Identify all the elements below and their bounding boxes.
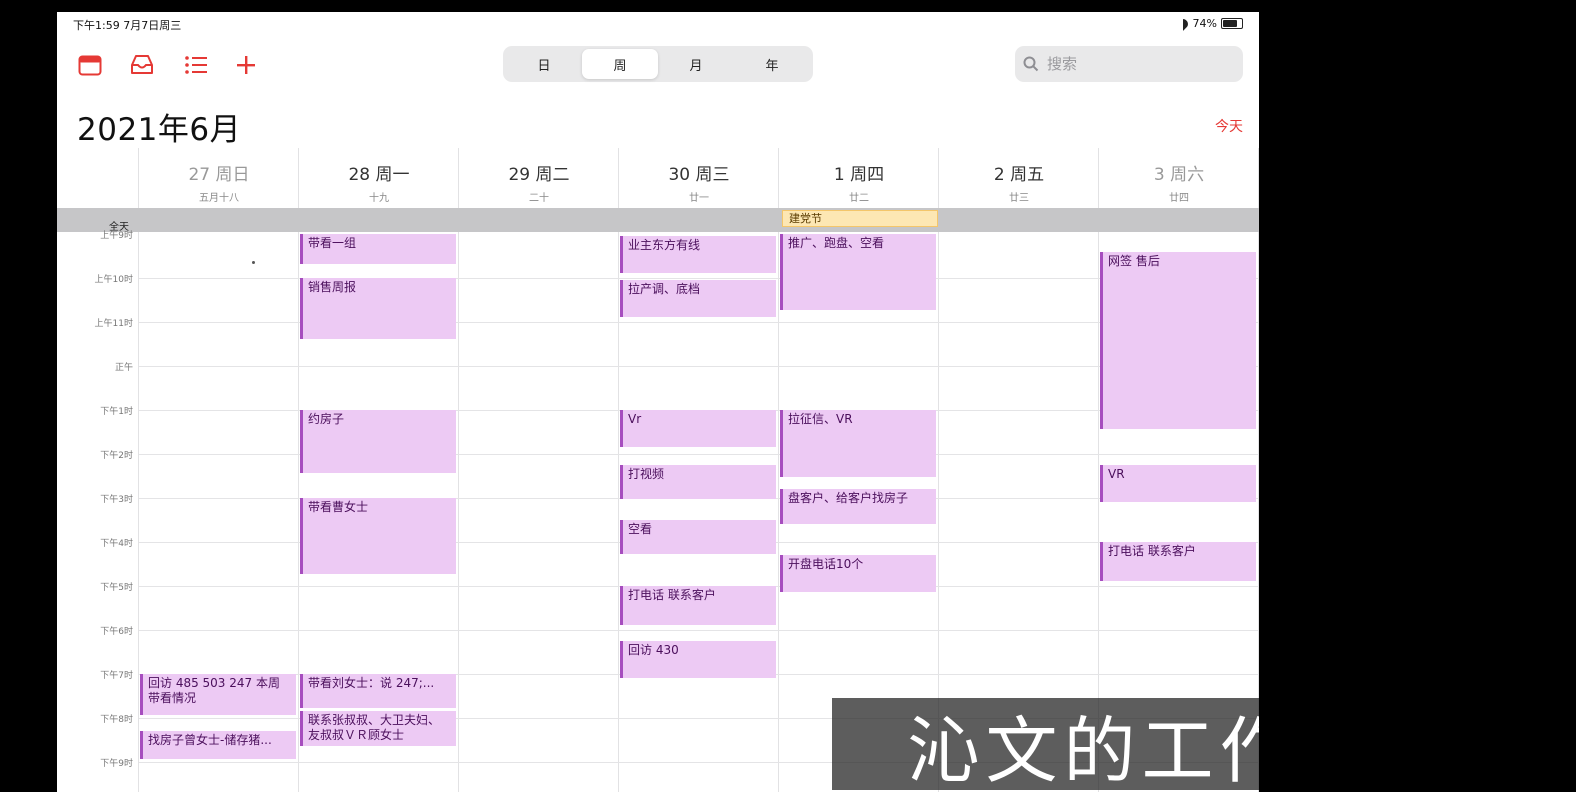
inbox-icon[interactable] [129, 52, 155, 78]
battery-percent: 74% [1192, 17, 1217, 30]
time-label: 下午7时 [100, 671, 133, 681]
view-year-tab[interactable]: 年 [734, 49, 810, 79]
view-day-tab[interactable]: 日 [506, 49, 582, 79]
day-date: 30 周三 [668, 165, 730, 185]
time-label: 下午2时 [100, 451, 133, 461]
day-header[interactable]: 29 周二二十 [459, 160, 619, 204]
day-lunar: 廿三 [1009, 193, 1029, 204]
calendar-event[interactable]: 打电话 联系客户 [620, 586, 776, 625]
time-label: 正午 [114, 363, 133, 373]
time-label: 上午9时 [100, 231, 133, 241]
hour-line [139, 630, 1259, 631]
day-divider [458, 148, 459, 792]
status-time: 下午1:59 7月7日周三 [73, 19, 182, 32]
day-header[interactable]: 2 周五廿三 [939, 160, 1099, 204]
calendar-event[interactable]: 约房子 [300, 410, 456, 473]
day-lunar: 廿四 [1169, 193, 1189, 204]
calendar-event[interactable]: 打视频 [620, 465, 776, 500]
day-date: 3 周六 [1153, 165, 1205, 185]
stray-dot [252, 261, 255, 264]
today-button[interactable]: 今天 [1215, 116, 1243, 136]
calendar-event[interactable]: 回访 430 [620, 641, 776, 678]
time-label: 下午8时 [100, 715, 133, 725]
add-event-icon[interactable] [233, 52, 259, 78]
view-week-tab[interactable]: 周 [582, 49, 658, 79]
allday-row [57, 208, 1259, 232]
day-header[interactable]: 28 周一十九 [299, 160, 459, 204]
time-label: 下午4时 [100, 539, 133, 549]
day-lunar: 廿二 [849, 193, 869, 204]
day-header[interactable]: 3 周六廿四 [1099, 160, 1259, 204]
calendar-event[interactable]: 带看一组 [300, 234, 456, 264]
calendar-event[interactable]: 回访 485 503 247 本周带看情况 [140, 674, 296, 715]
list-icon[interactable] [183, 52, 209, 78]
calendar-event[interactable]: 开盘电话10个 [780, 555, 936, 592]
calendars-icon[interactable] [77, 52, 103, 78]
caption-overlay: 沁文的工作日历 [832, 698, 1259, 792]
calendar-app: 下午1:59 7月7日周三 74% 日 周 月 年 2021年6月 今天 27 … [57, 12, 1259, 792]
time-label: 下午6时 [100, 627, 133, 637]
calendar-event[interactable]: 盘客户、给客户找房子 [780, 489, 936, 524]
calendar-event[interactable]: 打电话 联系客户 [1100, 542, 1256, 581]
day-divider [618, 148, 619, 792]
day-date: 1 周四 [833, 165, 885, 185]
day-lunar: 廿一 [689, 193, 709, 204]
day-header[interactable]: 1 周四廿二 [779, 160, 939, 204]
day-date: 2 周五 [993, 165, 1045, 185]
day-header[interactable]: 27 周日五月十八 [139, 160, 299, 204]
day-divider [138, 148, 139, 792]
calendar-event[interactable]: 网签 售后 [1100, 251, 1256, 429]
day-divider [778, 148, 779, 792]
month-title: 2021年6月 [77, 112, 242, 148]
holiday-event[interactable]: 建党节 [782, 210, 938, 227]
calendar-event[interactable]: 联系张叔叔、大卫夫妇、友叔叔ＶＲ顾女士 [300, 711, 456, 746]
time-label: 上午10时 [94, 275, 133, 285]
calendar-event[interactable]: 空看 [620, 520, 776, 555]
time-label: 上午11时 [94, 319, 133, 329]
day-date: 29 周二 [508, 165, 570, 185]
day-divider [298, 148, 299, 792]
calendar-event[interactable]: 带看曹女士 [300, 498, 456, 575]
day-date: 27 周日 [188, 165, 250, 185]
search-input[interactable] [1045, 54, 1229, 74]
time-label: 下午1时 [100, 407, 133, 417]
day-lunar: 十九 [369, 193, 389, 204]
status-indicators: 74% [1177, 17, 1243, 30]
search-icon [1023, 56, 1039, 72]
view-switcher: 日 周 月 年 [503, 46, 813, 82]
day-lunar: 五月十八 [199, 193, 239, 204]
calendar-event[interactable]: 拉征信、VR [780, 410, 936, 478]
day-lunar: 二十 [529, 193, 549, 204]
calendar-event[interactable]: 销售周报 [300, 278, 456, 339]
day-date: 28 周一 [348, 165, 410, 185]
calendar-event[interactable]: 找房子曾女士-储存猪... [140, 731, 296, 759]
battery-icon [1221, 18, 1243, 29]
time-label: 下午3时 [100, 495, 133, 505]
search-box [1015, 46, 1243, 82]
time-label: 下午5时 [100, 583, 133, 593]
calendar-event[interactable]: 业主东方有线 [620, 236, 776, 273]
time-label: 下午9时 [100, 759, 133, 769]
calendar-event[interactable]: 带看刘女士：说 247;... [300, 674, 456, 709]
view-month-tab[interactable]: 月 [658, 49, 734, 79]
calendar-event[interactable]: Vr [620, 410, 776, 447]
wifi-icon [1177, 19, 1189, 28]
hour-line [139, 366, 1259, 367]
day-header[interactable]: 30 周三廿一 [619, 160, 779, 204]
calendar-event[interactable]: 拉产调、底档 [620, 280, 776, 317]
calendar-event[interactable]: VR [1100, 465, 1256, 502]
calendar-event[interactable]: 推广、跑盘、空看 [780, 234, 936, 311]
